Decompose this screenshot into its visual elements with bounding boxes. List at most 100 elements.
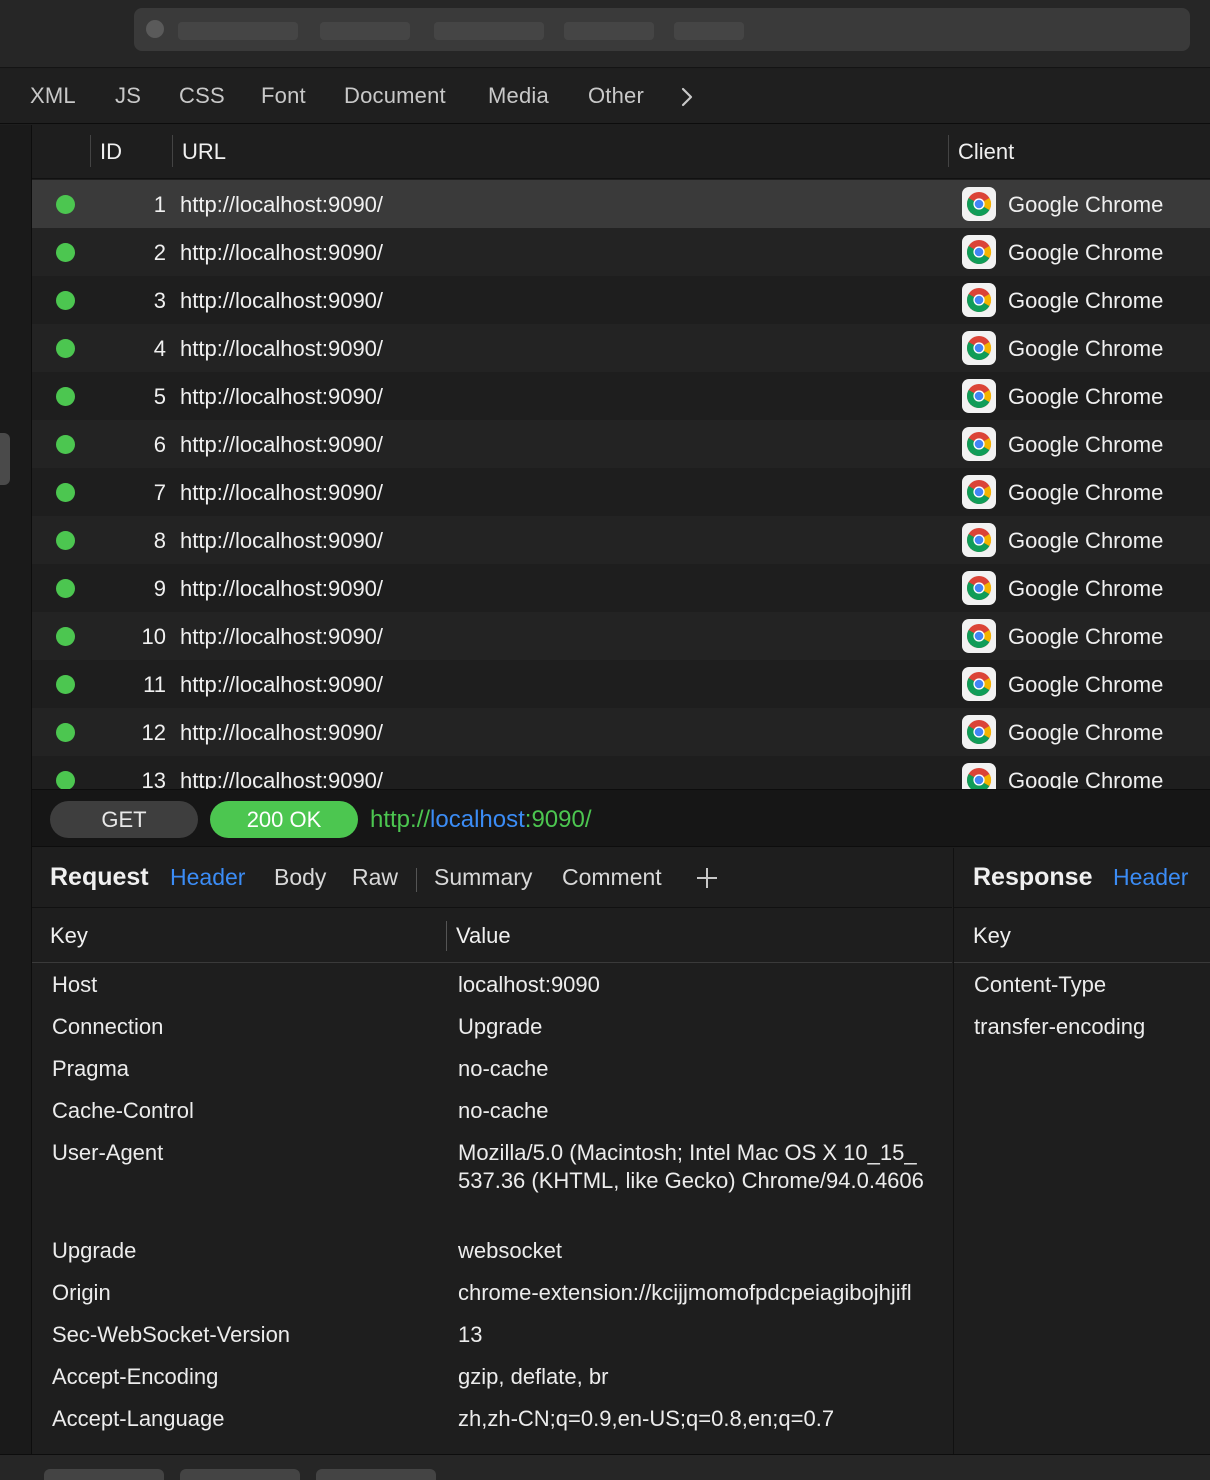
header-value[interactable]: Mozilla/5.0 (Macintosh; Intel Mac OS X 1… [458,1140,917,1166]
header-key: User-Agent [52,1140,164,1165]
header-value[interactable]: no-cache [458,1098,549,1124]
header-key: Content-Type [974,972,1107,997]
table-row[interactable]: 4 http://localhost:9090/Google Chrome [32,324,1210,372]
chrome-icon [962,235,996,269]
status-indicator-icon [56,387,75,406]
redacted-text [564,22,654,40]
column-divider[interactable] [446,921,447,951]
row-url: http://localhost:9090/ [180,576,384,601]
row-url: http://localhost:9090/ [180,720,384,745]
url-scheme: http:// [370,806,431,833]
bottom-button[interactable] [316,1469,436,1480]
request-tab-summary[interactable]: Summary [434,864,532,891]
row-url: http://localhost:9090/ [180,432,384,457]
redacted-text [320,22,410,40]
address-field[interactable] [134,8,1190,51]
loading-icon [146,20,164,38]
key-column-header[interactable]: Key [973,923,1011,949]
value-column-header[interactable]: Value [456,923,511,949]
column-divider[interactable] [90,135,91,167]
response-tab-header[interactable]: Header [1113,864,1188,891]
tab-media[interactable]: Media [488,83,549,109]
tab-js[interactable]: JS [115,83,141,109]
table-row[interactable]: 9 http://localhost:9090/Google Chrome [32,564,1210,612]
column-header-client[interactable]: Client [958,139,1014,165]
header-value[interactable]: websocket [458,1238,562,1264]
row-client: Google Chrome [1008,192,1164,217]
row-client: Google Chrome [1008,336,1164,361]
chrome-icon [962,187,996,221]
request-tab-raw[interactable]: Raw [352,864,398,891]
row-id: 11 [143,672,166,697]
row-url: http://localhost:9090/ [180,192,384,217]
table-row[interactable]: 7 http://localhost:9090/Google Chrome [32,468,1210,516]
status-indicator-icon [56,675,75,694]
header-value[interactable]: zh,zh-CN;q=0.9,en-US;q=0.8,en;q=0.7 [458,1406,834,1432]
chrome-icon [962,379,996,413]
table-row[interactable]: 12 http://localhost:9090/Google Chrome [32,708,1210,756]
chrome-icon [962,331,996,365]
tab-other[interactable]: Other [588,83,644,109]
response-tabs: Response Header [954,848,1210,908]
request-tab-header[interactable]: Header [170,864,245,891]
request-panel: Request Header Body Raw Summary Comment … [32,848,952,1454]
header-key: Accept-Language [52,1406,225,1431]
table-row[interactable]: 6 http://localhost:9090/Google Chrome [32,420,1210,468]
header-value[interactable]: chrome-extension://kcijjmomofpdcpeiagibo… [458,1280,912,1306]
header-key: Accept-Encoding [52,1364,219,1389]
column-divider[interactable] [948,135,949,167]
plus-icon[interactable] [695,866,719,890]
status-indicator-icon [56,579,75,598]
table-row[interactable]: 11 http://localhost:9090/Google Chrome [32,660,1210,708]
table-row[interactable]: 8 http://localhost:9090/Google Chrome [32,516,1210,564]
sidebar-resize-handle[interactable] [0,433,10,485]
header-value[interactable]: 13 [458,1322,482,1348]
row-url: http://localhost:9090/ [180,336,384,361]
table-row[interactable]: 3 http://localhost:9090/Google Chrome [32,276,1210,324]
row-client: Google Chrome [1008,672,1164,697]
header-value[interactable]: Upgrade [458,1014,542,1040]
tab-document[interactable]: Document [344,83,446,109]
request-tab-comment[interactable]: Comment [562,864,662,891]
request-tab-body[interactable]: Body [274,864,326,891]
request-summary-bar: GET 200 OK http://localhost:9090/ [32,789,1210,847]
row-client: Google Chrome [1008,576,1164,601]
header-value[interactable]: no-cache [458,1056,549,1082]
table-row[interactable]: 10 http://localhost:9090/Google Chrome [32,612,1210,660]
tab-font[interactable]: Font [261,83,306,109]
status-indicator-icon [56,627,75,646]
header-value-continued[interactable]: 537.36 (KHTML, like Gecko) Chrome/94.0.4… [458,1168,924,1194]
bottom-button[interactable] [44,1469,164,1480]
header-value[interactable]: localhost:9090 [458,972,600,998]
row-id: 13 [141,768,166,789]
table-row[interactable]: 1 http://localhost:9090/Google Chrome [32,180,1210,228]
status-indicator-icon [56,771,75,789]
column-header-id[interactable]: ID [100,139,122,165]
request-headers-table-header: Key Value [32,909,952,963]
response-panel-title: Response [973,863,1093,891]
row-client: Google Chrome [1008,288,1164,313]
column-divider[interactable] [172,135,173,167]
row-id: 3 [153,288,166,313]
status-indicator-icon [56,339,75,358]
top-toolbar [0,0,1210,68]
request-url[interactable]: http://localhost:9090/ [370,806,592,834]
header-key: Origin [52,1280,111,1305]
key-column-header[interactable]: Key [50,923,88,949]
chevron-right-icon[interactable] [676,86,698,108]
table-row[interactable]: 2 http://localhost:9090/Google Chrome [32,228,1210,276]
column-header-url[interactable]: URL [182,139,226,165]
tab-css[interactable]: CSS [179,83,225,109]
redacted-text [434,22,544,40]
bottom-button[interactable] [180,1469,300,1480]
row-id: 4 [153,336,166,361]
row-url: http://localhost:9090/ [180,480,384,505]
header-key: Sec-WebSocket-Version [52,1322,291,1347]
tab-xml[interactable]: XML [30,83,76,109]
content-type-tabs: XML JS CSS Font Document Media Other [0,69,1210,124]
status-indicator-icon [56,243,75,262]
table-body: 1 http://localhost:9090/Google Chrome 2 htt… [32,180,1210,789]
table-row[interactable]: 13 http://localhost:9090/Google Chrome [32,756,1210,789]
header-value[interactable]: gzip, deflate, br [458,1364,608,1390]
table-row[interactable]: 5 http://localhost:9090/Google Chrome [32,372,1210,420]
